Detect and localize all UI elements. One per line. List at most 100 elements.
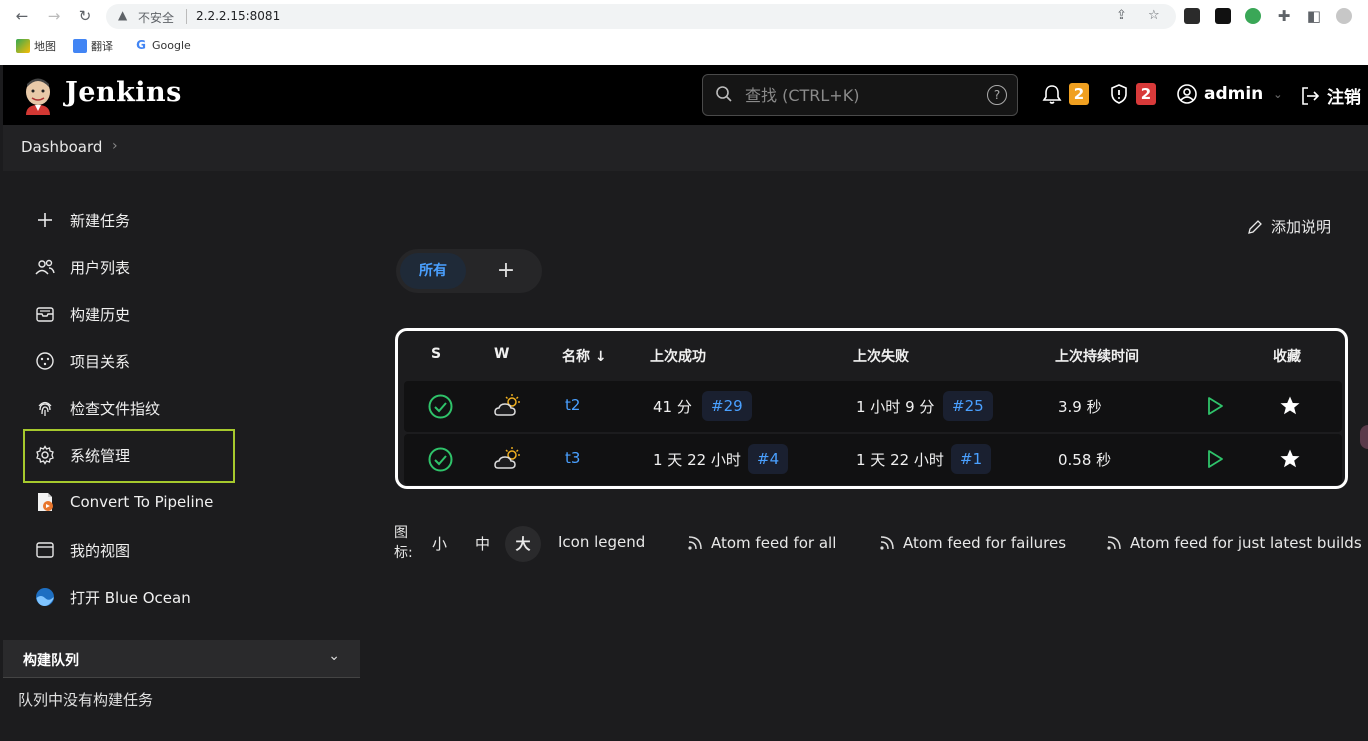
col-last-success[interactable]: 上次成功 bbox=[650, 346, 706, 366]
failure-build-link[interactable]: #25 bbox=[943, 391, 993, 421]
icon-size-large[interactable]: 大 bbox=[505, 526, 541, 562]
atom-feed-all-label: Atom feed for all bbox=[711, 534, 837, 552]
success-build-link[interactable]: #4 bbox=[748, 444, 789, 474]
failure-build-link[interactable]: #1 bbox=[951, 444, 992, 474]
extension-1-icon[interactable] bbox=[1184, 8, 1200, 24]
build-queue-header[interactable]: 构建队列 ⌄ bbox=[3, 640, 360, 678]
bell-icon bbox=[1042, 85, 1062, 104]
logout-icon bbox=[1302, 86, 1320, 105]
rss-icon bbox=[1107, 536, 1121, 550]
search-help-icon[interactable]: ? bbox=[987, 85, 1007, 105]
build-queue-title: 构建队列 bbox=[23, 653, 79, 669]
sidebar-item-label: Convert To Pipeline bbox=[70, 493, 214, 511]
tab-all[interactable]: 所有 bbox=[400, 253, 466, 289]
forward-icon[interactable]: → bbox=[44, 6, 64, 26]
jenkins-brand[interactable]: Jenkins bbox=[65, 77, 182, 108]
url-divider bbox=[186, 9, 187, 24]
sidebar-item-blue-ocean[interactable]: 打开 Blue Ocean bbox=[34, 582, 191, 612]
bookmark-google-label: Google bbox=[152, 38, 191, 52]
shield-alert-icon bbox=[1111, 84, 1127, 104]
last-failure-time: 1 小时 9 分 bbox=[856, 398, 935, 416]
sidebar-item-label: 检查文件指纹 bbox=[70, 399, 161, 418]
google-icon: G bbox=[134, 38, 148, 52]
sidebar-item-label: 新建任务 bbox=[70, 211, 131, 230]
side-widget-handle[interactable] bbox=[1360, 425, 1368, 449]
search-box[interactable]: ? bbox=[702, 74, 1018, 116]
bookmark-map[interactable]: 地图 bbox=[16, 38, 56, 54]
col-last-duration[interactable]: 上次持续时间 bbox=[1055, 346, 1139, 366]
breadcrumb-chevron-icon[interactable]: › bbox=[112, 138, 118, 154]
favorite-star-icon[interactable] bbox=[1279, 395, 1301, 417]
browser-nav: ← → ↻ ▲ 不安全 2.2.2.15:8081 ⇪ ☆ ✚ ◧ bbox=[0, 0, 1368, 33]
col-favorite[interactable]: 收藏 bbox=[1273, 346, 1301, 366]
favorite-star-icon[interactable] bbox=[1279, 448, 1301, 470]
job-name-link[interactable]: t3 bbox=[565, 449, 580, 467]
jenkins-logo-icon[interactable] bbox=[22, 77, 54, 115]
sidebar-item-label: 用户列表 bbox=[70, 258, 131, 277]
user-menu-chevron-icon[interactable]: ⌄ bbox=[1273, 88, 1282, 101]
breadcrumb-dashboard[interactable]: Dashboard bbox=[21, 138, 102, 156]
notifications-button[interactable]: 2 bbox=[1041, 83, 1089, 105]
atom-feed-all[interactable]: Atom feed for all bbox=[687, 534, 836, 552]
add-description-button[interactable]: 添加说明 bbox=[1247, 216, 1331, 237]
profile-avatar-icon[interactable] bbox=[1336, 8, 1352, 24]
sidebar-item-users[interactable]: 用户列表 bbox=[34, 252, 130, 282]
build-now-play-icon[interactable] bbox=[1204, 395, 1226, 417]
search-input[interactable] bbox=[745, 83, 965, 107]
last-success-time: 41 分 bbox=[653, 398, 692, 416]
logout-label: 注销 bbox=[1327, 88, 1361, 108]
success-status-icon bbox=[428, 394, 453, 419]
icon-legend-link[interactable]: Icon legend bbox=[558, 533, 645, 551]
security-button[interactable]: 2 bbox=[1108, 83, 1156, 105]
col-status[interactable]: S bbox=[431, 346, 441, 362]
user-menu[interactable]: admin ⌄ bbox=[1176, 83, 1283, 105]
table-footer: 图标: 小 中 大 Icon legend Atom feed for all … bbox=[394, 520, 1364, 568]
sidebar-item-manage-jenkins[interactable]: 系统管理 bbox=[34, 440, 130, 470]
sidebar-item-build-history[interactable]: 构建历史 bbox=[34, 299, 130, 329]
sidebar-item-label: 我的视图 bbox=[70, 541, 131, 560]
bookmark-star-icon[interactable]: ☆ bbox=[1148, 8, 1160, 23]
col-weather[interactable]: W bbox=[494, 346, 509, 362]
logout-button[interactable]: 注销 bbox=[1299, 83, 1361, 108]
extension-shield-icon[interactable] bbox=[1245, 8, 1261, 24]
extension-2-icon[interactable] bbox=[1215, 8, 1231, 24]
url-text[interactable]: 2.2.2.15:8081 bbox=[196, 9, 280, 23]
atom-feed-failures[interactable]: Atom feed for failures bbox=[879, 534, 1066, 552]
share-icon[interactable]: ⇪ bbox=[1116, 8, 1127, 23]
add-view-button[interactable]: + bbox=[492, 257, 520, 285]
sidebar-item-my-views[interactable]: 我的视图 bbox=[34, 535, 130, 565]
sidebar-item-project-relationship[interactable]: 项目关系 bbox=[34, 346, 130, 376]
bookmark-google[interactable]: G Google bbox=[134, 38, 191, 52]
puzzle-icon[interactable]: ✚ bbox=[1274, 6, 1294, 26]
rss-icon bbox=[688, 536, 702, 550]
bookmarks-bar: 地图 翻译 G Google bbox=[0, 36, 1368, 58]
add-description-label: 添加说明 bbox=[1271, 218, 1332, 236]
plus-icon bbox=[34, 209, 56, 231]
icon-size-medium[interactable]: 中 bbox=[475, 533, 490, 554]
table-row: t2 41 分 #29 1 小时 9 分 #25 3.9 秒 bbox=[404, 381, 1342, 432]
sidebar-item-fingerprint[interactable]: 检查文件指纹 bbox=[34, 393, 160, 423]
sidepanel-icon[interactable]: ◧ bbox=[1304, 6, 1324, 26]
history-icon bbox=[34, 303, 56, 325]
icon-size-label: 图标: bbox=[394, 525, 413, 561]
browser-chrome: ← → ↻ ▲ 不安全 2.2.2.15:8081 ⇪ ☆ ✚ ◧ 地图 翻译 … bbox=[0, 0, 1368, 65]
gear-icon bbox=[34, 444, 56, 466]
bookmark-translate[interactable]: 翻译 bbox=[73, 38, 113, 54]
view-tabs: 所有 + bbox=[396, 249, 542, 293]
sidebar-item-convert-pipeline[interactable]: Convert To Pipeline bbox=[34, 487, 213, 517]
back-icon[interactable]: ← bbox=[12, 6, 32, 26]
atom-feed-latest[interactable]: Atom feed for just latest builds bbox=[1106, 534, 1362, 552]
success-build-link[interactable]: #29 bbox=[702, 391, 752, 421]
icon-size-small[interactable]: 小 bbox=[432, 533, 447, 554]
jenkins-header: Jenkins ? 2 2 admin ⌄ bbox=[3, 65, 1368, 125]
chevron-down-icon[interactable]: ⌄ bbox=[328, 648, 340, 664]
sidebar-item-new-job[interactable]: 新建任务 bbox=[34, 205, 130, 235]
col-name[interactable]: 名称 ↓ bbox=[562, 346, 607, 366]
pencil-icon bbox=[1248, 219, 1262, 234]
build-now-play-icon[interactable] bbox=[1204, 448, 1226, 470]
address-bar[interactable]: ▲ 不安全 2.2.2.15:8081 ⇪ ☆ bbox=[106, 4, 1176, 29]
col-last-failure[interactable]: 上次失败 bbox=[853, 346, 909, 366]
table-header: S W 名称 ↓ 上次成功 上次失败 上次持续时间 收藏 bbox=[398, 331, 1345, 381]
reload-icon[interactable]: ↻ bbox=[75, 6, 95, 26]
job-name-link[interactable]: t2 bbox=[565, 396, 580, 414]
